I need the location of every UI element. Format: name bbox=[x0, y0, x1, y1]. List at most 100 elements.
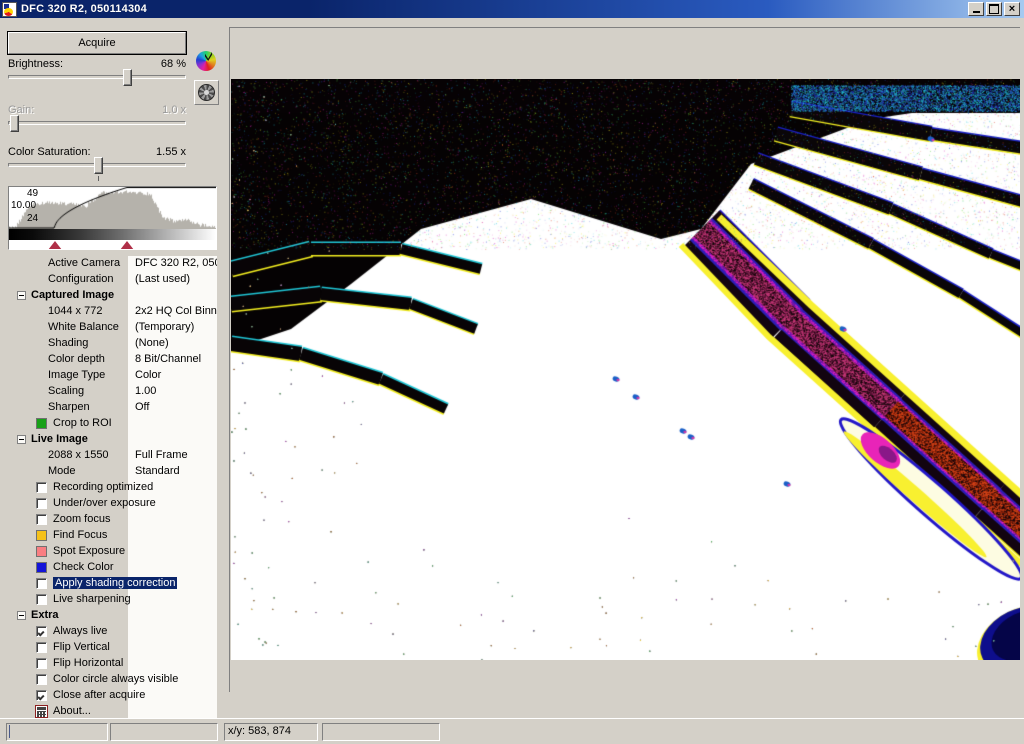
property-value: 8 Bit/Channel bbox=[135, 353, 202, 365]
aperture-icon[interactable] bbox=[194, 80, 219, 105]
status-panel-2 bbox=[110, 723, 218, 741]
tree-group-label: Extra bbox=[31, 609, 59, 621]
slider-thumb[interactable] bbox=[94, 157, 103, 174]
collapse-expand-icon[interactable] bbox=[17, 611, 26, 620]
checkbox[interactable] bbox=[36, 514, 47, 525]
property-label: Scaling bbox=[48, 385, 85, 397]
property-label: Active Camera bbox=[48, 257, 121, 269]
tree-row-white-balance: White Balance (Temporary) bbox=[8, 320, 217, 336]
tree-row-apply-shading-correction[interactable]: Apply shading correction bbox=[8, 576, 217, 592]
checkbox-label[interactable]: Always live bbox=[53, 625, 107, 637]
color-swatch-icon[interactable] bbox=[36, 530, 47, 541]
tree-row-crop-to-roi[interactable]: Crop to ROI bbox=[8, 416, 217, 432]
histogram-black-point-marker[interactable] bbox=[48, 241, 62, 249]
slider-value: 1.0 x bbox=[162, 104, 186, 116]
checkbox-label[interactable]: Zoom focus bbox=[53, 513, 110, 525]
slider-track[interactable] bbox=[8, 75, 186, 79]
checkbox[interactable] bbox=[36, 674, 47, 685]
checkbox-label[interactable]: Color circle always visible bbox=[53, 673, 178, 685]
color-swatch-icon[interactable] bbox=[36, 418, 47, 429]
slider-label: Brightness: bbox=[8, 58, 64, 70]
tree-row-1044-x-772: 1044 x 772 2x2 HQ Col Binning bbox=[8, 304, 217, 320]
property-value: Standard bbox=[135, 465, 180, 477]
image-viewer[interactable] bbox=[225, 18, 1024, 718]
checkbox-label[interactable]: Apply shading correction bbox=[53, 577, 178, 589]
collapse-expand-icon[interactable] bbox=[17, 435, 26, 444]
property-label: 1044 x 772 bbox=[48, 305, 103, 317]
histogram-gradient-bar bbox=[9, 229, 216, 240]
slider-track[interactable] bbox=[8, 121, 186, 125]
histogram-white-point-marker[interactable] bbox=[120, 241, 134, 249]
tree-row-live-sharpening[interactable]: Live sharpening bbox=[8, 592, 217, 608]
property-value: (Temporary) bbox=[135, 321, 195, 333]
tree-group-extra[interactable]: Extra bbox=[8, 608, 217, 624]
property-value: 1.00 bbox=[135, 385, 157, 397]
property-label: Image Type bbox=[48, 369, 106, 381]
swatch-label[interactable]: Spot Exposure bbox=[53, 545, 125, 557]
live-microscope-image[interactable] bbox=[231, 79, 1020, 660]
tree-row-under-over-exposure[interactable]: Under/over exposure bbox=[8, 496, 217, 512]
checkbox[interactable] bbox=[36, 578, 47, 589]
tree-row-mode: Mode Standard bbox=[8, 464, 217, 480]
tree-row-flip-vertical[interactable]: Flip Vertical bbox=[8, 640, 217, 656]
checkbox[interactable] bbox=[36, 482, 47, 493]
tree-row-scaling: Scaling 1.00 bbox=[8, 384, 217, 400]
about-label[interactable]: About... bbox=[53, 705, 91, 717]
window-buttons bbox=[968, 2, 1022, 16]
tree-row-color-circle-always-visible[interactable]: Color circle always visible bbox=[8, 672, 217, 688]
about-icon[interactable] bbox=[35, 705, 48, 718]
tree-row-sharpen: Sharpen Off bbox=[8, 400, 217, 416]
tree-row-zoom-focus[interactable]: Zoom focus bbox=[8, 512, 217, 528]
checkbox[interactable] bbox=[36, 658, 47, 669]
checkbox-label[interactable]: Live sharpening bbox=[53, 593, 131, 605]
image-viewer-inner[interactable] bbox=[229, 27, 1020, 692]
checkbox[interactable] bbox=[36, 498, 47, 509]
tree-row-shading: Shading (None) bbox=[8, 336, 217, 352]
window-titlebar[interactable]: DFC 320 R2, 050114304 bbox=[0, 0, 1024, 18]
checkbox-label[interactable]: Recording optimized bbox=[53, 481, 153, 493]
property-value: 2x2 HQ Col Binning bbox=[135, 305, 217, 317]
color-wheel-icon[interactable] bbox=[196, 51, 216, 71]
tree-row-flip-horizontal[interactable]: Flip Horizontal bbox=[8, 656, 217, 672]
minimize-button[interactable] bbox=[968, 2, 984, 16]
checkbox[interactable] bbox=[36, 626, 47, 637]
swatch-label[interactable]: Find Focus bbox=[53, 529, 107, 541]
restore-button[interactable] bbox=[986, 2, 1002, 16]
checkbox-label[interactable]: Close after acquire bbox=[53, 689, 145, 701]
tree-row-spot-exposure[interactable]: Spot Exposure bbox=[8, 544, 217, 560]
tree-row-check-color[interactable]: Check Color bbox=[8, 560, 217, 576]
checkbox-label[interactable]: Flip Vertical bbox=[53, 641, 110, 653]
histogram[interactable]: 49 10.00 24 bbox=[8, 186, 217, 250]
property-value: Full Frame bbox=[135, 449, 188, 461]
property-label: Mode bbox=[48, 465, 76, 477]
close-button[interactable] bbox=[1004, 2, 1020, 16]
tree-row-recording-optimized[interactable]: Recording optimized bbox=[8, 480, 217, 496]
acquire-button[interactable]: Acquire bbox=[7, 31, 187, 55]
tree-row-always-live[interactable]: Always live bbox=[8, 624, 217, 640]
checkbox-label[interactable]: Flip Horizontal bbox=[53, 657, 123, 669]
property-label: Sharpen bbox=[48, 401, 90, 413]
tree-row-active-camera: Active Camera DFC 320 R2, 0501 bbox=[8, 256, 217, 272]
swatch-label[interactable]: Crop to ROI bbox=[53, 417, 112, 429]
tree-row-find-focus[interactable]: Find Focus bbox=[8, 528, 217, 544]
property-value: (None) bbox=[135, 337, 169, 349]
tree-group-captured-image[interactable]: Captured Image bbox=[8, 288, 217, 304]
slider-thumb[interactable] bbox=[123, 69, 132, 86]
checkbox[interactable] bbox=[36, 690, 47, 701]
checkbox-label[interactable]: Under/over exposure bbox=[53, 497, 156, 509]
control-panel: Acquire Brightness: 68 % Gain: 1.0 x Color S… bbox=[0, 18, 225, 722]
color-swatch-icon[interactable] bbox=[36, 546, 47, 557]
status-coordinates: x/y: 583, 874 bbox=[224, 723, 318, 741]
property-value: (Last used) bbox=[135, 273, 191, 285]
slider-thumb[interactable] bbox=[10, 115, 19, 132]
color-swatch-icon[interactable] bbox=[36, 562, 47, 573]
tree-group-label: Live Image bbox=[31, 433, 88, 445]
checkbox[interactable] bbox=[36, 642, 47, 653]
status-panel-1 bbox=[6, 723, 108, 741]
property-label: Configuration bbox=[48, 273, 114, 285]
swatch-label[interactable]: Check Color bbox=[53, 561, 114, 573]
tree-row-close-after-acquire[interactable]: Close after acquire bbox=[8, 688, 217, 704]
tree-group-live-image[interactable]: Live Image bbox=[8, 432, 217, 448]
collapse-expand-icon[interactable] bbox=[17, 291, 26, 300]
checkbox[interactable] bbox=[36, 594, 47, 605]
